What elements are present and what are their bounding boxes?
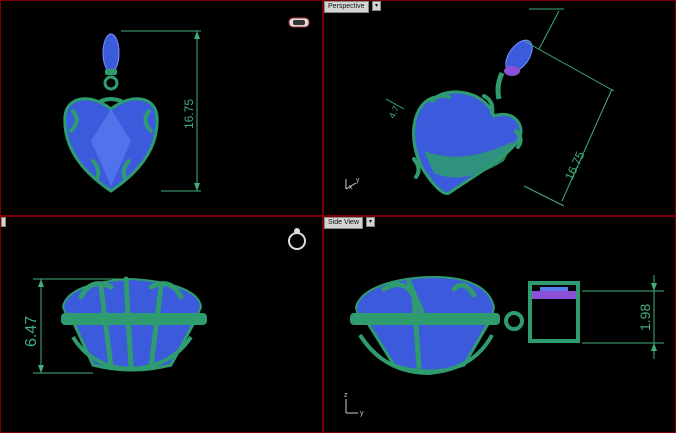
perspective-view-canvas: 16.75 4.7 x y <box>345 8 615 207</box>
dim-extension-bottom <box>523 185 565 207</box>
viewport-bottom-left[interactable]: 6.47 <box>0 216 323 433</box>
dropdown-arrow-icon[interactable]: ▾ <box>366 217 375 227</box>
dim-arrow-bottom <box>194 183 200 191</box>
axis-x-label: x <box>349 184 353 191</box>
gem-pavilion <box>361 315 495 373</box>
jump-ring <box>103 75 119 91</box>
dim-label-main: 16.75 <box>562 149 588 182</box>
dim-arrow-bottom <box>38 365 44 373</box>
dim-label: 6.47 <box>23 316 40 347</box>
axis-y-label: y <box>360 410 364 417</box>
viewport-top-left[interactable]: 16.75 <box>0 0 323 216</box>
dim-arrow-top <box>194 31 200 39</box>
dim-extension-top <box>523 40 615 92</box>
bail-setting <box>105 69 117 75</box>
axis-gizmo: x y <box>345 177 360 191</box>
dim-label: 1.98 <box>637 304 653 331</box>
gallery-band <box>61 313 207 325</box>
bail-gem-table <box>540 287 568 291</box>
axis-y-label: y <box>356 177 360 184</box>
dim-line <box>561 88 613 202</box>
side-view-canvas: 1.98 z y <box>344 275 664 417</box>
bail <box>495 71 505 100</box>
dim-label: 16.75 <box>182 99 196 129</box>
ring-preview-icon[interactable] <box>288 228 306 250</box>
heart-gem <box>412 90 523 195</box>
viewport-tab[interactable] <box>1 217 6 227</box>
axis-z-label: z <box>344 392 348 399</box>
dim-arrow-top <box>38 279 44 287</box>
dropdown-arrow-icon[interactable]: ▾ <box>372 1 381 11</box>
viewport-bottom-right[interactable]: 1.98 z y Side View ▾ <box>323 216 676 433</box>
viewport-label-perspective[interactable]: Perspective <box>324 1 369 13</box>
front-elevation-canvas: 6.47 <box>23 228 306 374</box>
marquise-underside <box>504 66 520 76</box>
bail-gem <box>532 291 576 299</box>
jump-ring <box>504 311 524 331</box>
viewport-label-side-view[interactable]: Side View <box>324 217 364 229</box>
viewport-top-right[interactable]: 16.75 4.7 x y Perspective ▾ <box>323 0 676 216</box>
axis-gizmo: z y <box>344 392 364 417</box>
dim-small-line <box>538 10 560 50</box>
front-view-canvas: 16.75 <box>63 17 310 193</box>
dim-arrow-top <box>651 283 657 291</box>
dim-arrow-bottom <box>651 343 657 351</box>
marquise-gem <box>102 33 120 73</box>
ring-view-icon[interactable] <box>288 17 310 28</box>
